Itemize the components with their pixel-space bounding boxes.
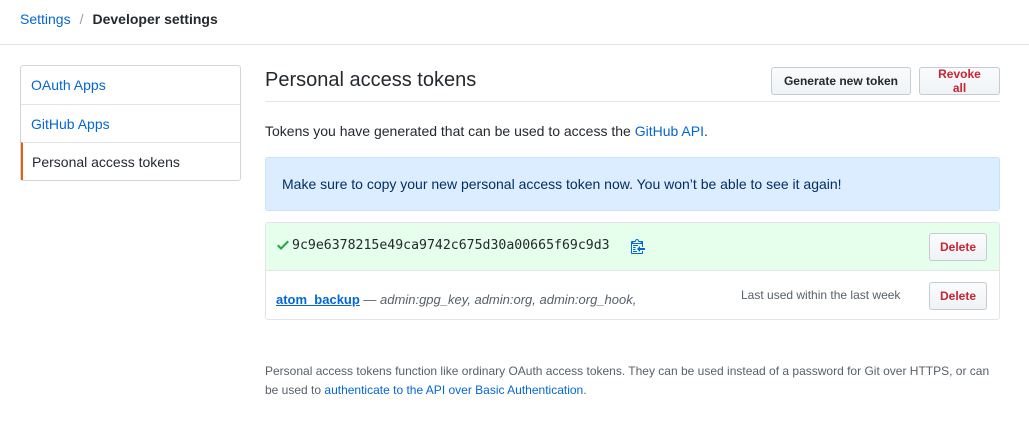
tokens-description-text: Tokens you have generated that can be us… — [265, 123, 635, 139]
delete-new-token-button[interactable]: Delete — [929, 233, 987, 261]
header-divider — [0, 44, 1029, 45]
sidebar-item-personal-access-tokens[interactable]: Personal access tokens — [21, 142, 240, 180]
clipboard-icon[interactable] — [631, 238, 645, 254]
tokens-description: Tokens you have generated that can be us… — [265, 123, 708, 139]
new-token-row: 9c9e6378215e49ca9742c675d30a00665f69c9d3… — [266, 223, 999, 271]
subhead: Personal access tokens Generate new toke… — [265, 65, 1000, 102]
check-icon — [277, 240, 289, 250]
tokens-footnote: Personal access tokens function like ord… — [265, 362, 1000, 400]
revoke-all-button[interactable]: Revoke all — [919, 67, 1000, 95]
token-last-used: Last used within the last week — [741, 288, 901, 302]
footnote-suffix: . — [583, 383, 587, 397]
copy-token-notice: Make sure to copy your new personal acce… — [265, 157, 1000, 211]
token-separator: — — [359, 292, 381, 307]
main-content: Personal access tokens Generate new toke… — [265, 65, 1000, 397]
new-token-value[interactable]: 9c9e6378215e49ca9742c675d30a00665f69c9d3 — [292, 238, 610, 253]
breadcrumb-separator: / — [79, 11, 84, 27]
sidebar-item-oauth-apps[interactable]: OAuth Apps — [21, 66, 240, 104]
breadcrumb: Settings / Developer settings — [20, 8, 218, 30]
page-title: Personal access tokens — [265, 69, 477, 91]
generate-new-token-button[interactable]: Generate new token — [771, 67, 911, 95]
token-name-link[interactable]: atom_backup — [276, 292, 360, 307]
sidebar-menu: OAuth Apps GitHub Apps Personal access t… — [20, 65, 241, 181]
token-description: atom_backup — admin:gpg_key, admin:org, … — [276, 287, 716, 319]
breadcrumb-settings-link[interactable]: Settings — [20, 11, 71, 27]
token-row: atom_backup — admin:gpg_key, admin:org, … — [266, 272, 999, 319]
basic-auth-link[interactable]: authenticate to the API over Basic Authe… — [324, 383, 583, 397]
breadcrumb-current: Developer settings — [92, 11, 218, 27]
delete-token-button[interactable]: Delete — [929, 282, 987, 310]
token-list: 9c9e6378215e49ca9742c675d30a00665f69c9d3… — [265, 222, 1000, 320]
sidebar-item-github-apps[interactable]: GitHub Apps — [21, 104, 240, 142]
tokens-description-suffix: . — [703, 123, 708, 139]
github-api-link[interactable]: GitHub API — [635, 123, 704, 139]
